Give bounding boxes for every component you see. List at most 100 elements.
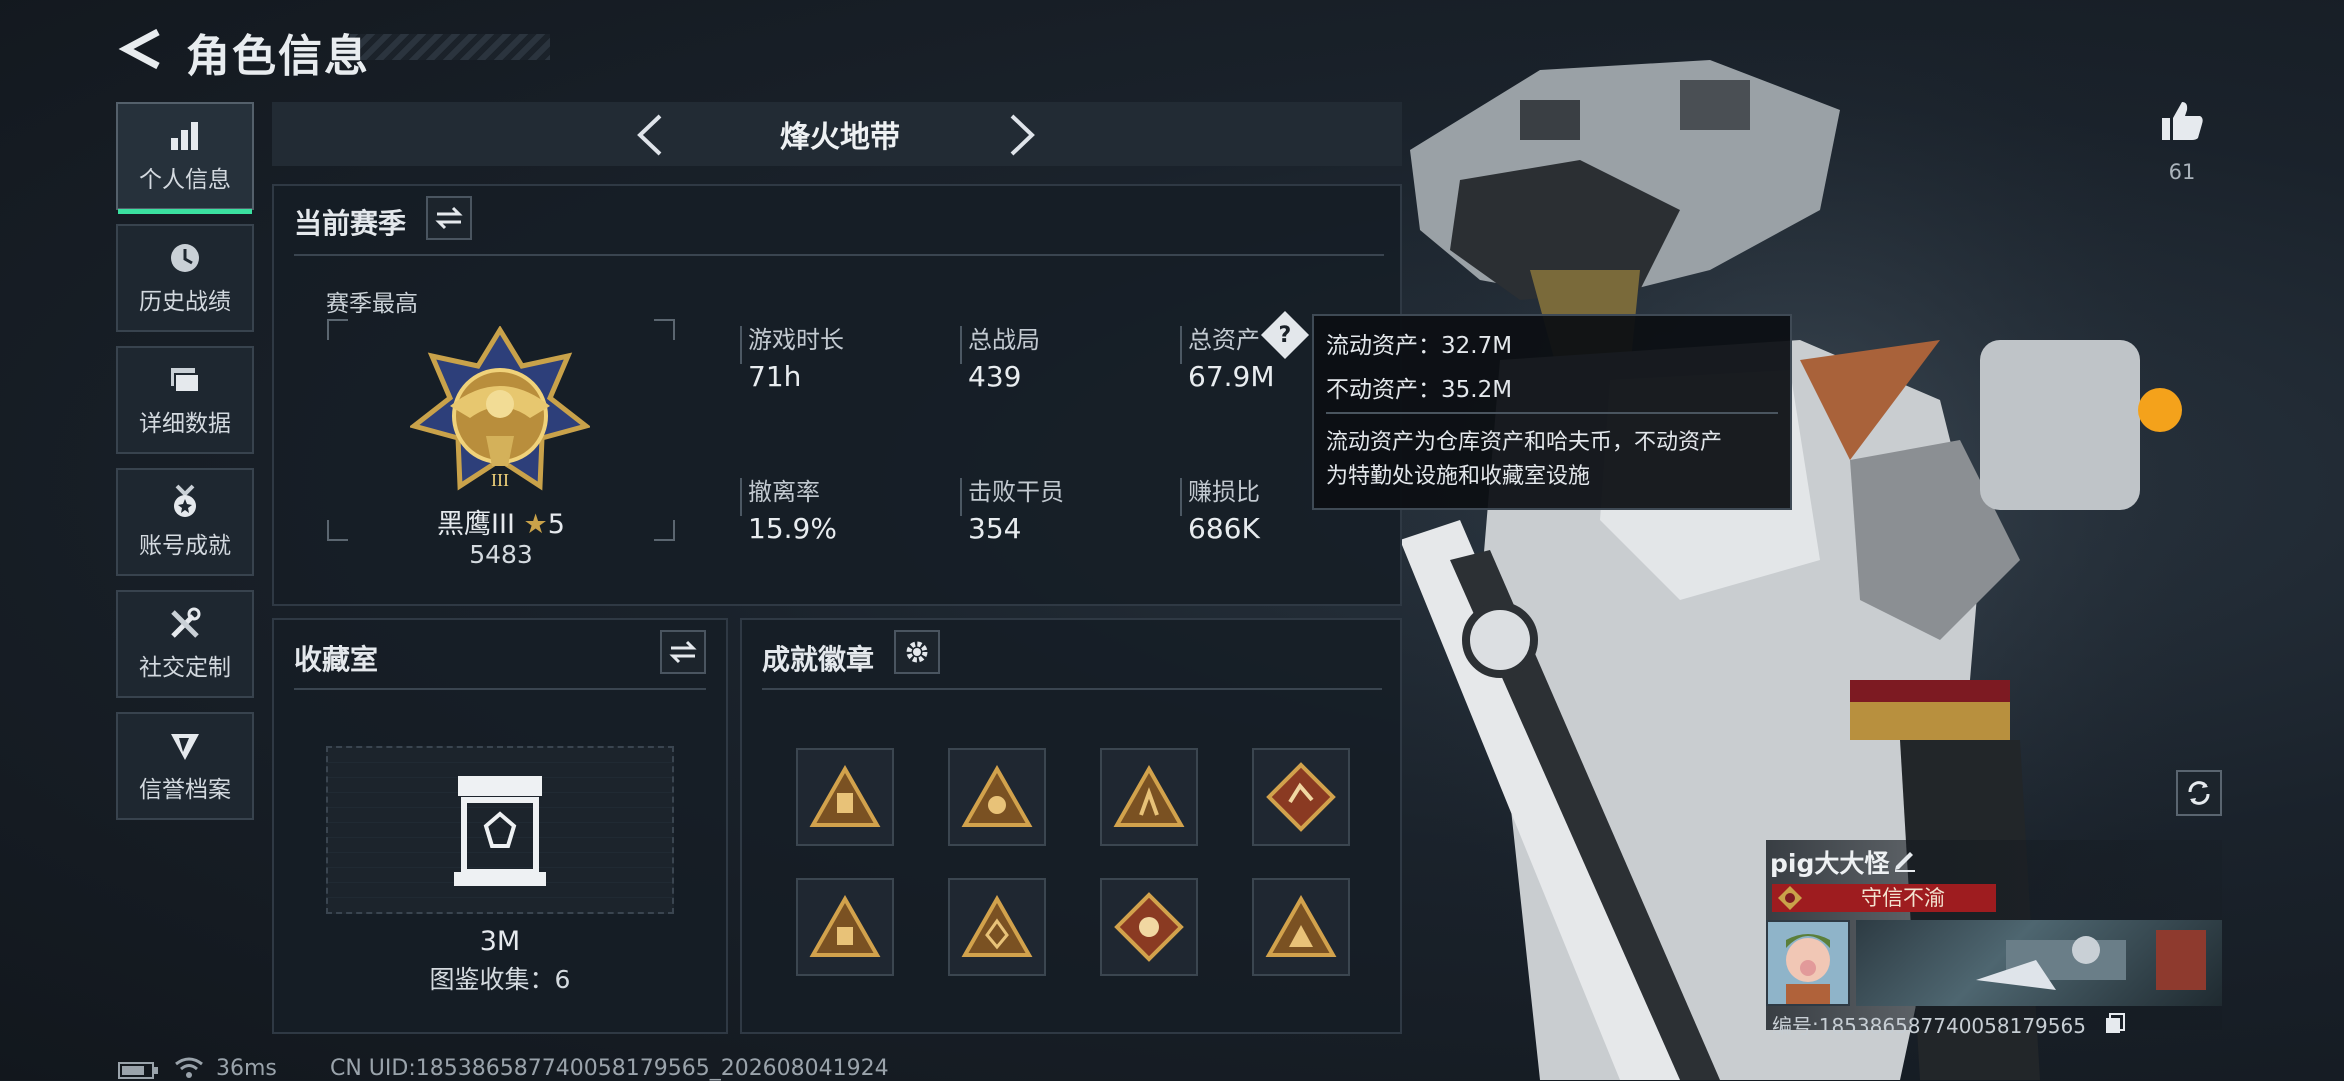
achievements-title: 成就徽章 — [762, 643, 875, 676]
stat-value: 71h — [748, 360, 802, 393]
collection-title: 收藏室 — [294, 643, 379, 676]
title-emblem-icon — [1778, 886, 1802, 910]
mode-name: 烽火地带 — [780, 120, 900, 155]
player-title-text: 守信不渝 — [1861, 886, 1945, 910]
swap-icon — [669, 640, 697, 664]
battery-icon — [118, 1062, 158, 1079]
achievement-badge[interactable] — [1252, 748, 1350, 846]
achievement-badge[interactable] — [1100, 878, 1198, 976]
stat-value: 439 — [968, 360, 1022, 393]
sidebar-item-social-custom[interactable]: 社交定制 — [116, 590, 254, 698]
stat-bar — [740, 326, 742, 364]
collection-switch-button[interactable] — [660, 630, 706, 674]
sidebar-item-credit-record[interactable]: 信誉档案 — [116, 712, 254, 820]
prev-mode-arrow-icon[interactable] — [632, 112, 666, 158]
stat-bar — [740, 478, 742, 516]
next-mode-arrow-icon[interactable] — [1006, 112, 1040, 158]
stat-value: 67.9M — [1188, 360, 1275, 393]
sidebar-item-history[interactable]: 历史战绩 — [116, 224, 254, 332]
display-case-icon — [454, 776, 546, 886]
tooltip-fixed-assets: 不动资产：35.2M — [1326, 377, 1513, 403]
swap-icon — [435, 206, 463, 230]
rank-name: 黑鹰III — [437, 509, 515, 540]
triangle-badge-icon — [809, 895, 881, 957]
triangle-badge-icon — [961, 895, 1033, 957]
sidebar-item-achievements[interactable]: 账号成就 — [116, 468, 254, 576]
folder-icon — [171, 368, 200, 393]
rotate-icon — [2188, 781, 2210, 805]
edit-name-icon[interactable] — [1892, 846, 1918, 872]
active-indicator — [118, 209, 252, 214]
season-switch-button[interactable] — [426, 196, 472, 240]
diamond-badge-icon — [1266, 762, 1336, 832]
tooltip-desc-line2: 为特勤处设施和收藏室设施 — [1326, 464, 1591, 489]
like-count: 61 — [2168, 160, 2196, 184]
achievement-badge[interactable] — [1100, 748, 1198, 846]
stat-label: 总战局 — [968, 326, 1040, 354]
back-arrow-icon[interactable] — [118, 26, 164, 72]
stat-label: 游戏时长 — [748, 326, 844, 354]
shield-badge-icon — [171, 734, 199, 760]
wifi-icon — [175, 1057, 203, 1078]
achievements-settings-button[interactable] — [894, 630, 940, 674]
tooltip-liquid-assets: 流动资产：32.7M — [1326, 333, 1513, 359]
achievement-badge[interactable] — [1252, 878, 1350, 976]
collection-count: 图鉴收集：6 — [429, 965, 571, 994]
sidebar-item-personal-info[interactable]: 个人信息 — [116, 102, 254, 214]
history-clock-icon — [171, 244, 199, 272]
page-title: 角色信息 — [186, 31, 370, 82]
stat-value: 686K — [1188, 512, 1260, 545]
stat-label: 赚损比 — [1188, 478, 1260, 506]
rotate-model-button[interactable] — [2176, 770, 2222, 816]
sidebar-item-label: 账号成就 — [139, 533, 231, 559]
rank-emblem-icon: III — [410, 326, 590, 491]
divider — [294, 254, 1384, 256]
banner-image — [1976, 930, 2206, 990]
tooltip-desc-line1: 流动资产为仓库资产和哈夫币，不动资产 — [1326, 430, 1723, 455]
sidebar-item-label: 信誉档案 — [139, 777, 231, 803]
stat-label: 总资产 — [1188, 326, 1260, 354]
stat-value: 354 — [968, 512, 1022, 545]
diamond-badge-icon — [1114, 892, 1184, 962]
divider — [294, 688, 706, 690]
bar-chart-icon — [171, 122, 198, 150]
stat-bar — [1180, 326, 1182, 364]
sidebar-item-label: 详细数据 — [139, 411, 231, 437]
collection-value: 3M — [479, 926, 521, 957]
gear-icon — [906, 641, 928, 663]
player-banner[interactable] — [1856, 920, 2222, 1006]
triangle-badge-icon — [961, 765, 1033, 827]
tools-icon — [171, 607, 201, 638]
achievement-badge[interactable] — [948, 878, 1046, 976]
player-id: 编号:185386587740058179565 — [1772, 1014, 2086, 1038]
sidebar-item-label: 个人信息 — [139, 167, 231, 193]
player-name: pig大大怪 — [1770, 849, 1890, 878]
stat-label: 击败干员 — [968, 478, 1064, 506]
achievement-badge[interactable] — [796, 748, 894, 846]
stat-value: 15.9% — [748, 512, 837, 545]
svg-text:III: III — [491, 470, 509, 490]
sidebar-item-label: 社交定制 — [139, 655, 231, 681]
star-icon: ★ — [523, 509, 548, 540]
rank-title-row: 黑鹰III ★5 — [326, 502, 676, 541]
uid-text: CN UID:185386587740058179565_20260804192… — [330, 1056, 889, 1081]
thumbs-up-icon[interactable] — [2158, 96, 2206, 144]
title-decoration — [350, 34, 550, 60]
stat-bar — [960, 478, 962, 516]
avatar[interactable] — [1766, 920, 1850, 1006]
rank-score: 5483 — [469, 540, 533, 569]
avatar-image — [1768, 922, 1848, 1004]
sidebar-item-detailed-data[interactable]: 详细数据 — [116, 346, 254, 454]
triangle-badge-icon — [1265, 895, 1337, 957]
medal-icon — [174, 484, 196, 517]
copy-icon[interactable] — [2104, 1012, 2126, 1034]
triangle-badge-icon — [809, 765, 881, 827]
achievement-badge[interactable] — [948, 748, 1046, 846]
stat-label: 撤离率 — [748, 478, 820, 506]
achievement-badge[interactable] — [796, 878, 894, 976]
stat-bar — [1180, 478, 1182, 516]
triangle-badge-icon — [1113, 765, 1185, 827]
ping-text: 36ms — [216, 1056, 277, 1081]
sidebar-item-label: 历史战绩 — [139, 289, 231, 315]
tooltip-divider — [1326, 412, 1778, 414]
